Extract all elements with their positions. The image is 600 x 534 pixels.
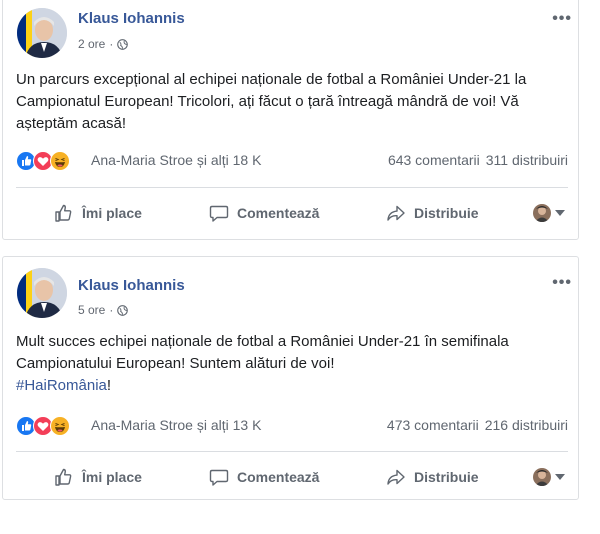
thumbs-up-icon (54, 467, 74, 487)
globe-icon[interactable] (117, 38, 129, 50)
reaction-as-selector[interactable] (533, 204, 565, 222)
chevron-down-icon (555, 210, 565, 216)
shares-count[interactable]: 311 distribuiri (486, 152, 568, 168)
reactors-text[interactable]: Ana-Maria Stroe și alți 13 K (91, 417, 261, 433)
comment-label: Comentează (237, 469, 320, 485)
comment-button[interactable]: Comentează (209, 460, 319, 494)
share-arrow-icon (386, 467, 406, 487)
more-options-icon[interactable]: ••• (552, 274, 572, 292)
viewer-avatar-icon (533, 204, 551, 222)
reactors-text[interactable]: Ana-Maria Stroe și alți 18 K (91, 152, 261, 168)
divider (16, 187, 568, 188)
comments-count[interactable]: 473 comentarii (387, 417, 479, 433)
comments-count[interactable]: 643 comentarii (388, 152, 480, 168)
like-button[interactable]: Îmi place (54, 196, 142, 230)
share-button[interactable]: Distribuie (386, 460, 479, 494)
share-button[interactable]: Distribuie (386, 196, 479, 230)
share-label: Distribuie (414, 469, 479, 485)
post-author[interactable]: Klaus Iohannis (78, 277, 185, 294)
chevron-down-icon (555, 474, 565, 480)
reaction-as-selector[interactable] (533, 468, 565, 486)
like-button[interactable]: Îmi place (54, 460, 142, 494)
share-arrow-icon (386, 203, 406, 223)
comment-bubble-icon (209, 467, 229, 487)
haha-reaction-icon (50, 151, 70, 171)
reaction-icons[interactable] (16, 416, 70, 436)
post-actions: Îmi place Comentează Distribuie (16, 460, 568, 494)
post-author[interactable]: Klaus Iohannis (78, 10, 185, 27)
comment-bubble-icon (209, 203, 229, 223)
viewer-avatar-icon (533, 468, 551, 486)
post-text: Mult succes echipei naționale de fotbal … (16, 331, 568, 397)
share-label: Distribuie (414, 205, 479, 221)
hashtag-suffix: ! (106, 377, 112, 394)
shares-count[interactable]: 216 distribuiri (485, 417, 568, 433)
post-text: Un parcurs excepțional al echipei națion… (16, 69, 568, 135)
meta-separator: · (109, 303, 114, 317)
post-time[interactable]: 2 ore (78, 37, 105, 51)
reactions-summary: Ana-Maria Stroe și alți 13 K 473 comenta… (16, 416, 568, 438)
more-options-icon[interactable]: ••• (552, 10, 572, 28)
like-label: Îmi place (82, 205, 142, 221)
post-card: Klaus Iohannis 5 ore · ••• Mult succes e… (2, 256, 579, 500)
post-body: Un parcurs excepțional al echipei națion… (16, 71, 527, 132)
post-time[interactable]: 5 ore (78, 303, 105, 317)
thumbs-up-icon (54, 203, 74, 223)
like-label: Îmi place (82, 469, 142, 485)
haha-reaction-icon (50, 416, 70, 436)
reaction-icons[interactable] (16, 151, 70, 171)
post-meta: 2 ore · (78, 37, 129, 51)
comment-button[interactable]: Comentează (209, 196, 319, 230)
engagement-counts: 473 comentarii 216 distribuiri (387, 417, 568, 433)
post-card: Klaus Iohannis 2 ore · ••• Un parcurs ex… (2, 0, 579, 240)
globe-icon[interactable] (117, 304, 129, 316)
divider (16, 451, 568, 452)
reactions-summary: Ana-Maria Stroe și alți 18 K 643 comenta… (16, 151, 568, 173)
post-meta: 5 ore · (78, 303, 129, 317)
news-feed: Klaus Iohannis 2 ore · ••• Un parcurs ex… (0, 0, 600, 534)
author-avatar[interactable] (17, 268, 67, 318)
meta-separator: · (109, 37, 114, 51)
comment-label: Comentează (237, 205, 320, 221)
engagement-counts: 643 comentarii 311 distribuiri (388, 152, 568, 168)
post-actions: Îmi place Comentează Distribuie (16, 196, 568, 230)
hashtag-link[interactable]: #HaiRomânia (16, 377, 107, 394)
author-avatar[interactable] (17, 8, 67, 58)
post-body: Mult succes echipei naționale de fotbal … (16, 333, 509, 372)
